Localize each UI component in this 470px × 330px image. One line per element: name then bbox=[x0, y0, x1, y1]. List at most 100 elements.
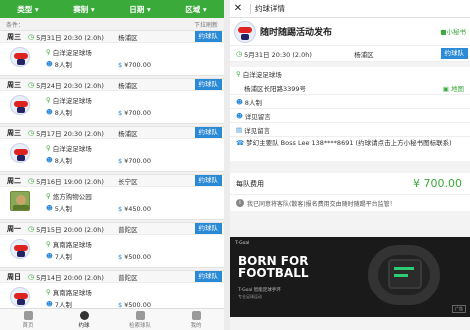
match-header: 周二 ◷ 5月16日 19:00 (2.0h) 长宁区 约球队 bbox=[0, 175, 224, 187]
match-item[interactable]: 周三 ◷ 5月31日 20:30 (2.0h) 杨浦区 约球队 ⚲ 白洋淀足球场 ☻ 8人制 $ ¥… bbox=[0, 30, 224, 76]
match-list: 周三 ◷ 5月31日 20:30 (2.0h) 杨浦区 约球队 ⚲ 白洋淀足球场 ☻ 8人制 $ ¥… bbox=[0, 30, 224, 316]
mini-secretary-button[interactable]: 小秘书 bbox=[440, 26, 467, 36]
price-icon: $ bbox=[118, 108, 123, 117]
join-team-button[interactable]: 约球队 bbox=[194, 271, 222, 282]
location-pin-icon: ⚲ bbox=[46, 191, 51, 200]
condition-row: 条件： 下拉刷新 bbox=[0, 18, 224, 30]
match-venue-row: ⚲ 白洋淀足球场 bbox=[46, 46, 92, 57]
detail-venue: 白洋淀足球场 bbox=[242, 71, 282, 79]
match-price: ¥450.00 bbox=[124, 204, 152, 213]
ad-subtitle-2: 专业足球运动 bbox=[238, 294, 262, 299]
nav-team-search-label: 检索球队 bbox=[128, 322, 151, 329]
price-icon: $ bbox=[118, 204, 123, 213]
detail-title-row: 随时随踢活动发布 小秘书 bbox=[230, 18, 470, 46]
match-header: 周日 ◷ 5月14日 20:00 (2.0h) 普陀区 约球队 bbox=[0, 271, 224, 283]
match-item[interactable]: 周三 ◷ 5月24日 20:30 (2.0h) 杨浦区 约球队 ⚲ 白洋淀足球场 ☻ 8人制 $ ¥… bbox=[0, 78, 224, 124]
nav-mine[interactable]: 我的 bbox=[168, 309, 224, 330]
detail-district: 杨浦区 bbox=[354, 50, 374, 59]
match-players: 8人制 bbox=[54, 156, 72, 165]
filter-type[interactable]: 类型 bbox=[0, 4, 56, 15]
wristband-light bbox=[394, 267, 414, 270]
match-item[interactable]: 周二 ◷ 5月16日 19:00 (2.0h) 长宁区 约球队 ⚲ 悠方购物公园 ☻ 5人制 $ ¥… bbox=[0, 174, 224, 220]
match-venue: 真南路足球场 bbox=[52, 288, 92, 297]
detail-message-2: 详见留言 bbox=[244, 126, 271, 135]
ad-brand: T-Goal bbox=[235, 241, 250, 246]
detail-message-row-2: ▤ 详见留言 bbox=[230, 123, 470, 137]
price-icon: $ bbox=[118, 156, 123, 165]
team-logo bbox=[10, 191, 30, 211]
match-players-row: ☻ 8人制 bbox=[46, 58, 72, 69]
filter-date[interactable]: 日期 bbox=[112, 4, 168, 15]
match-weekday: 周三 bbox=[7, 80, 21, 89]
match-venue: 真南路足球场 bbox=[52, 240, 92, 249]
price-icon: $ bbox=[118, 252, 123, 261]
match-venue: 白洋淀足球场 bbox=[52, 144, 92, 153]
match-datetime: 5月14日 20:00 (2.0h) bbox=[36, 273, 104, 282]
team-logo bbox=[10, 95, 30, 115]
match-price: ¥700.00 bbox=[124, 108, 152, 117]
match-district: 长宁区 bbox=[118, 177, 138, 186]
join-team-button[interactable]: 约球队 bbox=[440, 48, 468, 59]
match-district: 杨浦区 bbox=[118, 33, 138, 42]
match-price-row: $ ¥700.00 bbox=[118, 107, 151, 118]
filter-format[interactable]: 赛制 bbox=[56, 4, 112, 15]
map-label: 地图 bbox=[451, 84, 464, 93]
match-price-row: $ ¥700.00 bbox=[118, 59, 151, 70]
clock-icon: ◷ bbox=[28, 128, 35, 137]
location-pin-icon: ⚲ bbox=[46, 143, 51, 152]
club-logo bbox=[234, 20, 256, 43]
ad-banner[interactable]: T-Goal BORN FOR FOOTBALL T-Goal 智能足球手环 专业… bbox=[230, 237, 470, 317]
detail-message-1: 详见留言 bbox=[244, 112, 271, 121]
location-pin-icon: ⚲ bbox=[46, 287, 51, 296]
match-header: 周三 ◷ 5月31日 20:30 (2.0h) 杨浦区 约球队 bbox=[0, 31, 224, 43]
location-pin-icon: ⚲ bbox=[46, 239, 51, 248]
match-players: 8人制 bbox=[54, 60, 72, 69]
match-players-row: ☻ 5人制 bbox=[46, 202, 72, 213]
join-team-button[interactable]: 约球队 bbox=[194, 79, 222, 90]
match-venue: 悠方购物公园 bbox=[52, 192, 92, 201]
info-icon: i bbox=[236, 199, 244, 207]
location-pin-icon: ⚲ bbox=[236, 70, 241, 78]
ad-subtitle: T-Goal 智能足球手环 bbox=[238, 288, 281, 293]
clock-icon: ◷ bbox=[236, 49, 243, 58]
match-players-row: ☻ 8人制 bbox=[46, 154, 72, 165]
person-icon: ☻ bbox=[236, 111, 243, 120]
join-team-button[interactable]: 约球队 bbox=[194, 175, 222, 186]
nav-mine-label: 我的 bbox=[190, 322, 202, 329]
filter-district[interactable]: 区域 bbox=[168, 4, 224, 15]
match-venue-row: ⚲ 白洋淀足球场 bbox=[46, 142, 92, 153]
detail-players: 8人制 bbox=[244, 98, 262, 107]
wristband-light bbox=[394, 274, 408, 277]
join-team-button[interactable]: 约球队 bbox=[194, 31, 222, 42]
join-team-button[interactable]: 约球队 bbox=[194, 127, 222, 138]
team-logo bbox=[10, 287, 30, 307]
team-logo bbox=[10, 47, 30, 67]
user-icon bbox=[191, 310, 201, 320]
match-item[interactable]: 周一 ◷ 5月15日 20:00 (2.0h) 普陀区 约球队 ⚲ 真南路足球场 ☻ 7人制 $ ¥… bbox=[0, 222, 224, 268]
match-price: ¥700.00 bbox=[124, 156, 152, 165]
match-datetime: 5月24日 20:30 (2.0h) bbox=[36, 81, 104, 90]
join-team-button[interactable]: 约球队 bbox=[194, 223, 222, 234]
match-datetime: 5月15日 20:00 (2.0h) bbox=[36, 225, 104, 234]
nav-team-search[interactable]: 检索球队 bbox=[112, 309, 168, 330]
nav-match[interactable]: 约球 bbox=[56, 309, 112, 330]
close-icon[interactable]: ✕ bbox=[230, 3, 246, 14]
match-weekday: 周日 bbox=[7, 272, 21, 281]
match-district: 杨浦区 bbox=[118, 81, 138, 90]
map-link[interactable]: ▣ 地图 bbox=[443, 83, 464, 93]
detail-address-row[interactable]: 杨浦区长阳路3399号 ▣ 地图 bbox=[230, 81, 470, 95]
nav-home[interactable]: 首页 bbox=[0, 309, 56, 330]
clock-icon: ◷ bbox=[28, 224, 35, 233]
pull-refresh-hint: 下拉刷新 bbox=[193, 21, 218, 29]
notice-row: i 我已同意将客队(散客)报名费用交由随时随踢平台监管！ bbox=[230, 195, 470, 211]
detail-message-row-1: ☻ 详见留言 bbox=[230, 109, 470, 123]
match-price-row: $ ¥700.00 bbox=[118, 155, 151, 166]
match-price: ¥700.00 bbox=[124, 60, 152, 69]
team-logo bbox=[10, 143, 30, 163]
match-list-screen: 类型 赛制 日期 区域 条件： 下拉刷新 周三◷5月31日 20:30 (2.0… bbox=[0, 0, 224, 330]
detail-time-row: ◷ 5月31日 20:30 (2.0h) 杨浦区 约球队 bbox=[230, 46, 470, 62]
match-header: 周三 ◷ 5月24日 20:30 (2.0h) 杨浦区 约球队 bbox=[0, 79, 224, 91]
match-item[interactable]: 周三 ◷ 5月17日 20:30 (2.0h) 杨浦区 约球队 ⚲ 白洋淀足球场 ☻ 8人制 $ ¥… bbox=[0, 126, 224, 172]
match-header: 周三 ◷ 5月17日 20:30 (2.0h) 杨浦区 约球队 bbox=[0, 127, 224, 139]
detail-contact: 梦幻主要队 Boss Lee 138****8691 (约球请点击上方小秘书图标… bbox=[246, 139, 452, 147]
